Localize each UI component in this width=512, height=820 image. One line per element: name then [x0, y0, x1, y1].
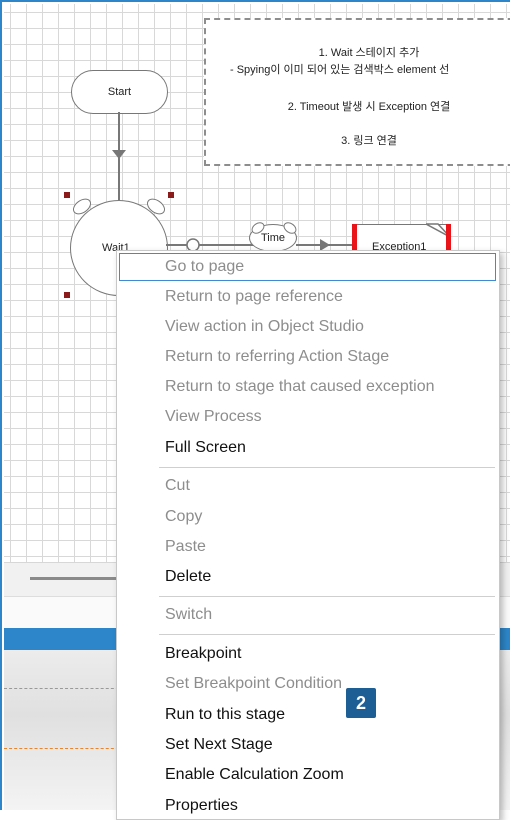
menu-item-enable-calculation-zoom[interactable]: Enable Calculation Zoom	[165, 762, 344, 788]
link-wait-to-time[interactable]	[166, 244, 256, 246]
note-line-2: - Spying이 이미 되어 있는 검색박스 element 선	[230, 64, 450, 76]
timeline-row-divider	[4, 748, 124, 749]
instruction-note[interactable]: 1. Wait 스테이지 추가 - Spying이 이미 되어 있는 검색박스 …	[204, 18, 510, 166]
menu-item-copy[interactable]: Copy	[165, 504, 202, 530]
menu-separator	[159, 634, 495, 635]
note-line-1: 1. Wait 스테이지 추가	[318, 47, 420, 59]
menu-item-full-screen[interactable]: Full Screen	[165, 435, 246, 461]
menu-item-return-to-page-reference[interactable]: Return to page reference	[165, 284, 343, 310]
step-number-badge: 2	[346, 688, 376, 718]
menu-item-set-next-stage[interactable]: Set Next Stage	[165, 732, 273, 758]
selection-handle-icon[interactable]	[64, 292, 70, 298]
menu-item-delete[interactable]: Delete	[165, 564, 211, 590]
note-line-4: 3. 링크 연결	[341, 135, 397, 147]
menu-item-view-action-in-object-studio[interactable]: View action in Object Studio	[165, 314, 364, 340]
selection-handle-icon[interactable]	[64, 192, 70, 198]
start-stage[interactable]: Start	[71, 70, 168, 114]
menu-item-run-to-this-stage[interactable]: Run to this stage	[165, 702, 285, 728]
selection-handle-icon[interactable]	[168, 192, 174, 198]
menu-separator	[159, 467, 495, 468]
menu-item-cut[interactable]: Cut	[165, 473, 190, 499]
menu-item-properties[interactable]: Properties	[165, 793, 238, 819]
timeout-stage-label: Time	[260, 232, 286, 244]
menu-item-paste[interactable]: Paste	[165, 534, 206, 560]
context-menu: Go to page Return to page reference View…	[116, 250, 500, 820]
menu-separator	[159, 596, 495, 597]
menu-item-breakpoint[interactable]: Breakpoint	[165, 641, 242, 667]
timeline-row-divider	[4, 688, 124, 689]
menu-item-view-process[interactable]: View Process	[165, 404, 262, 430]
exception-marker-right-icon	[446, 224, 451, 252]
exception-marker-left-icon	[352, 224, 357, 252]
start-stage-label: Start	[107, 86, 132, 98]
note-line-3: 2. Timeout 발생 시 Exception 연결	[287, 101, 451, 113]
menu-item-go-to-page[interactable]: Go to page	[165, 254, 244, 280]
scrollbar-thumb[interactable]	[30, 577, 126, 580]
arrow-down-icon	[112, 150, 126, 159]
menu-item-switch[interactable]: Switch	[165, 602, 212, 628]
menu-item-return-to-exception-stage[interactable]: Return to stage that caused exception	[165, 374, 435, 400]
menu-item-set-breakpoint-condition[interactable]: Set Breakpoint Condition	[165, 671, 342, 697]
menu-item-return-to-referring-action-stage[interactable]: Return to referring Action Stage	[165, 344, 389, 370]
